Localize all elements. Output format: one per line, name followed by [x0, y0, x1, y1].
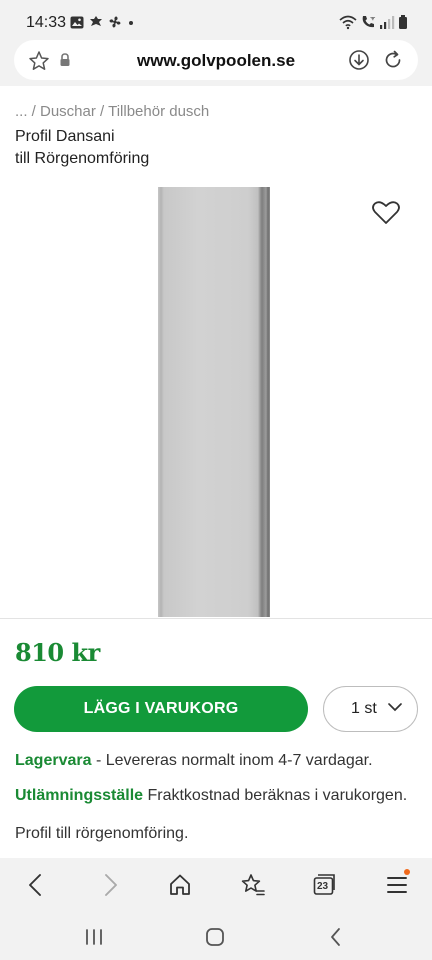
product-title-line1: Profil Dansani [15, 128, 115, 145]
quantity-select[interactable]: 1 st [323, 686, 418, 732]
call-icon: ᯤ [362, 15, 376, 28]
wifi-icon [339, 15, 357, 30]
product-price: 810 kr [15, 638, 100, 667]
stock-info: Lagervara - Levereras normalt inom 4-7 v… [15, 752, 373, 770]
signal-icon [380, 16, 395, 29]
browser-toolbar: 23 [0, 858, 432, 914]
stock-text: - Levereras normalt inom 4-7 vardagar. [91, 752, 373, 769]
divider [0, 618, 432, 619]
heart-icon[interactable] [371, 200, 401, 226]
add-to-cart-button[interactable]: LÄGG I VARUKORG [14, 686, 308, 732]
bookmarks-icon[interactable] [240, 872, 266, 898]
quantity-value: 1 st [351, 700, 377, 717]
pickup-label[interactable]: Utlämningsställe [15, 787, 143, 804]
home-circle-icon[interactable] [204, 926, 226, 948]
svg-text:ᯤ: ᯤ [370, 15, 376, 22]
product-title-line2: till Rörgenomföring [15, 150, 150, 167]
dot-icon [129, 21, 133, 25]
leaf-icon [90, 16, 102, 26]
product-description: Profil till rörgenomföring. [15, 825, 189, 842]
fan-icon [109, 16, 121, 28]
tab-count: 23 [317, 881, 329, 892]
status-icons-right: ᯤ [339, 14, 408, 30]
system-back-icon[interactable] [325, 926, 347, 948]
recents-icon[interactable] [82, 926, 106, 948]
menu-icon[interactable] [385, 872, 409, 898]
forward-icon[interactable] [98, 872, 122, 898]
image-icon [70, 16, 84, 28]
url-bar-container: www.golvpoolen.se [0, 36, 432, 86]
status-icons-left [70, 15, 135, 29]
address-bar[interactable]: www.golvpoolen.se [14, 40, 418, 80]
reload-icon[interactable] [382, 49, 404, 71]
product-title: Profil Dansani till Rörgenomföring [15, 126, 315, 170]
chevron-down-icon [388, 703, 402, 712]
profile-product-photo [158, 187, 270, 617]
system-navigation-bar [0, 914, 432, 960]
battery-icon [399, 15, 407, 29]
home-icon[interactable] [168, 872, 192, 898]
stock-status: Lagervara [15, 752, 92, 769]
pickup-text: Fraktkostnad beräknas i varukorgen. [143, 787, 408, 804]
pickup-info: Utlämningsställe Fraktkostnad beräknas i… [15, 787, 407, 805]
download-icon[interactable] [348, 49, 370, 71]
status-time: 14:33 [26, 14, 67, 31]
notification-dot [404, 869, 410, 875]
back-icon[interactable] [24, 872, 48, 898]
breadcrumb[interactable]: ... / Duschar / Tillbehör dusch [15, 103, 209, 120]
